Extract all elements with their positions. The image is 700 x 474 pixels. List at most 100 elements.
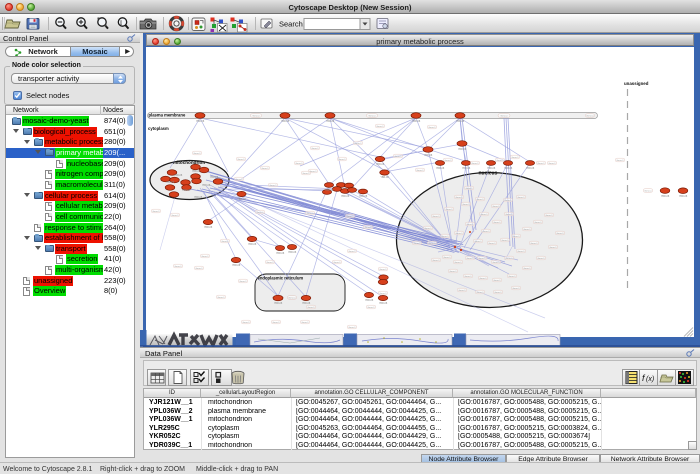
svg-text:Gene-1: Gene-1 <box>368 116 376 118</box>
svg-text:Gene-1: Gene-1 <box>193 153 201 155</box>
svg-text:Gene-1: Gene-1 <box>494 292 502 294</box>
svg-text:Gene-1: Gene-1 <box>242 322 250 324</box>
svg-text:Gene-1: Gene-1 <box>466 258 474 260</box>
svg-text:Gene-1: Gene-1 <box>239 281 247 283</box>
svg-text:YBR-08: YBR-08 <box>376 163 385 166</box>
svg-text:Gene-1: Gene-1 <box>464 276 472 278</box>
svg-text:Gene-1: Gene-1 <box>174 266 182 268</box>
svg-text:Gene-1: Gene-1 <box>217 297 225 299</box>
svg-text:YBR-08: YBR-08 <box>192 170 201 173</box>
svg-text:Gene-1: Gene-1 <box>428 243 436 245</box>
svg-text:plasma membrane: plasma membrane <box>149 113 186 118</box>
svg-text:Gene-1: Gene-1 <box>517 251 525 253</box>
svg-text:Gene-1: Gene-1 <box>530 243 538 245</box>
svg-text:YBR-08: YBR-08 <box>281 120 290 123</box>
svg-text:Gene-1: Gene-1 <box>307 307 315 309</box>
svg-text:Gene-1: Gene-1 <box>201 256 209 258</box>
svg-text:YBR-08: YBR-08 <box>232 264 241 267</box>
svg-text:Gene-1: Gene-1 <box>511 157 519 159</box>
svg-text:Gene-1: Gene-1 <box>455 233 463 235</box>
svg-text:Gene-1: Gene-1 <box>458 290 466 292</box>
svg-text:YBR-08: YBR-08 <box>424 154 433 157</box>
svg-text:Gene-1: Gene-1 <box>616 160 624 162</box>
svg-text:Gene-1: Gene-1 <box>376 126 384 128</box>
svg-text:Gene-1: Gene-1 <box>466 224 474 226</box>
svg-text:nucleus: nucleus <box>479 171 498 177</box>
svg-text:YBR-08: YBR-08 <box>237 198 246 201</box>
svg-text:Gene-1: Gene-1 <box>171 215 179 217</box>
svg-text:Gene-1: Gene-1 <box>266 262 274 264</box>
svg-text:YBR-08: YBR-08 <box>456 120 465 123</box>
svg-text:YBR-08: YBR-08 <box>210 176 219 179</box>
svg-text:YBR-08: YBR-08 <box>196 120 205 123</box>
svg-text:Gene-1: Gene-1 <box>455 197 463 199</box>
svg-text:Gene-1: Gene-1 <box>549 247 557 249</box>
svg-text:Gene-1: Gene-1 <box>556 233 564 235</box>
svg-text:unassigned: unassigned <box>624 81 649 86</box>
svg-text:YBR-08: YBR-08 <box>380 176 389 179</box>
svg-text:Gene-1: Gene-1 <box>443 257 451 259</box>
svg-text:Gene-1: Gene-1 <box>476 292 484 294</box>
svg-text:Gene-1: Gene-1 <box>235 179 243 181</box>
svg-text:endoplasmic reticulum: endoplasmic reticulum <box>258 276 304 281</box>
svg-text:YBR-08: YBR-08 <box>379 302 388 305</box>
svg-text:YBR-08: YBR-08 <box>436 167 445 170</box>
svg-text:Gene-1: Gene-1 <box>252 116 260 118</box>
svg-text:Gene-1: Gene-1 <box>512 288 520 290</box>
svg-text:Gene-1: Gene-1 <box>441 236 449 238</box>
svg-text:YBR-08: YBR-08 <box>288 251 297 254</box>
svg-text:Gene-1: Gene-1 <box>471 163 479 165</box>
svg-text:Gene-1: Gene-1 <box>517 197 525 199</box>
svg-text:Gene-1: Gene-1 <box>488 243 496 245</box>
svg-text:Gene-1: Gene-1 <box>644 191 652 193</box>
svg-text:Gene-1: Gene-1 <box>505 258 513 260</box>
svg-text:Gene-1: Gene-1 <box>444 160 452 162</box>
svg-text:Gene-1: Gene-1 <box>476 199 484 201</box>
svg-text:Gene-1: Gene-1 <box>301 322 309 324</box>
svg-text:Gene-1: Gene-1 <box>295 163 303 165</box>
svg-text:Gene-1: Gene-1 <box>354 143 362 145</box>
svg-text:YBR-08: YBR-08 <box>359 195 368 198</box>
svg-text:Gene-1: Gene-1 <box>492 206 500 208</box>
svg-text:Gene-1: Gene-1 <box>416 170 424 172</box>
svg-text:Gene-1: Gene-1 <box>493 280 501 282</box>
svg-text:YBR-08: YBR-08 <box>202 184 211 187</box>
svg-text:Gene-1: Gene-1 <box>496 160 504 162</box>
svg-text:Gene-1: Gene-1 <box>523 229 531 231</box>
svg-text:Gene-1: Gene-1 <box>512 236 520 238</box>
svg-text:Gene-1: Gene-1 <box>482 231 490 233</box>
svg-text:Gene-1: Gene-1 <box>302 173 310 175</box>
svg-text:Gene-1: Gene-1 <box>492 262 500 264</box>
svg-text:Gene-1: Gene-1 <box>548 163 556 165</box>
svg-text:YBR-08: YBR-08 <box>526 167 535 170</box>
svg-text:Gene-1: Gene-1 <box>348 327 356 329</box>
svg-text:Gene-1: Gene-1 <box>545 215 553 217</box>
svg-text:YBR-08: YBR-08 <box>276 252 285 255</box>
svg-text:cytoplasm: cytoplasm <box>148 126 169 131</box>
svg-text:YBR-08: YBR-08 <box>679 195 688 198</box>
svg-text:Gene-1: Gene-1 <box>534 222 542 224</box>
svg-text:Gene-1: Gene-1 <box>523 268 531 270</box>
svg-text:Gene-1: Gene-1 <box>152 211 160 213</box>
svg-text:Gene-1: Gene-1 <box>479 278 487 280</box>
svg-text:Gene-1: Gene-1 <box>508 276 516 278</box>
svg-text:YBR-08: YBR-08 <box>462 167 471 170</box>
svg-text:Gene-1: Gene-1 <box>261 168 269 170</box>
svg-text:Gene-1: Gene-1 <box>537 163 545 165</box>
svg-text:Gene-1: Gene-1 <box>195 268 203 270</box>
svg-text:Search:: Search: <box>279 20 305 29</box>
svg-text:Gene-1: Gene-1 <box>432 216 440 218</box>
svg-text:Gene-1: Gene-1 <box>348 251 356 253</box>
svg-text:Gene-1: Gene-1 <box>394 156 402 158</box>
svg-text:YBR-08: YBR-08 <box>365 299 374 302</box>
svg-text:Gene-1: Gene-1 <box>379 293 387 295</box>
svg-text:Gene-1: Gene-1 <box>367 307 375 309</box>
svg-text:Gene-1: Gene-1 <box>501 240 509 242</box>
svg-text:Gene-1: Gene-1 <box>500 116 508 118</box>
svg-text:Gene-1: Gene-1 <box>311 148 319 150</box>
svg-text:Gene-1: Gene-1 <box>445 209 453 211</box>
svg-text:Gene-1: Gene-1 <box>465 188 473 190</box>
svg-text:Gene-1: Gene-1 <box>449 271 457 273</box>
svg-text:Gene-1: Gene-1 <box>288 298 296 300</box>
svg-text:YBR-08: YBR-08 <box>325 189 334 192</box>
